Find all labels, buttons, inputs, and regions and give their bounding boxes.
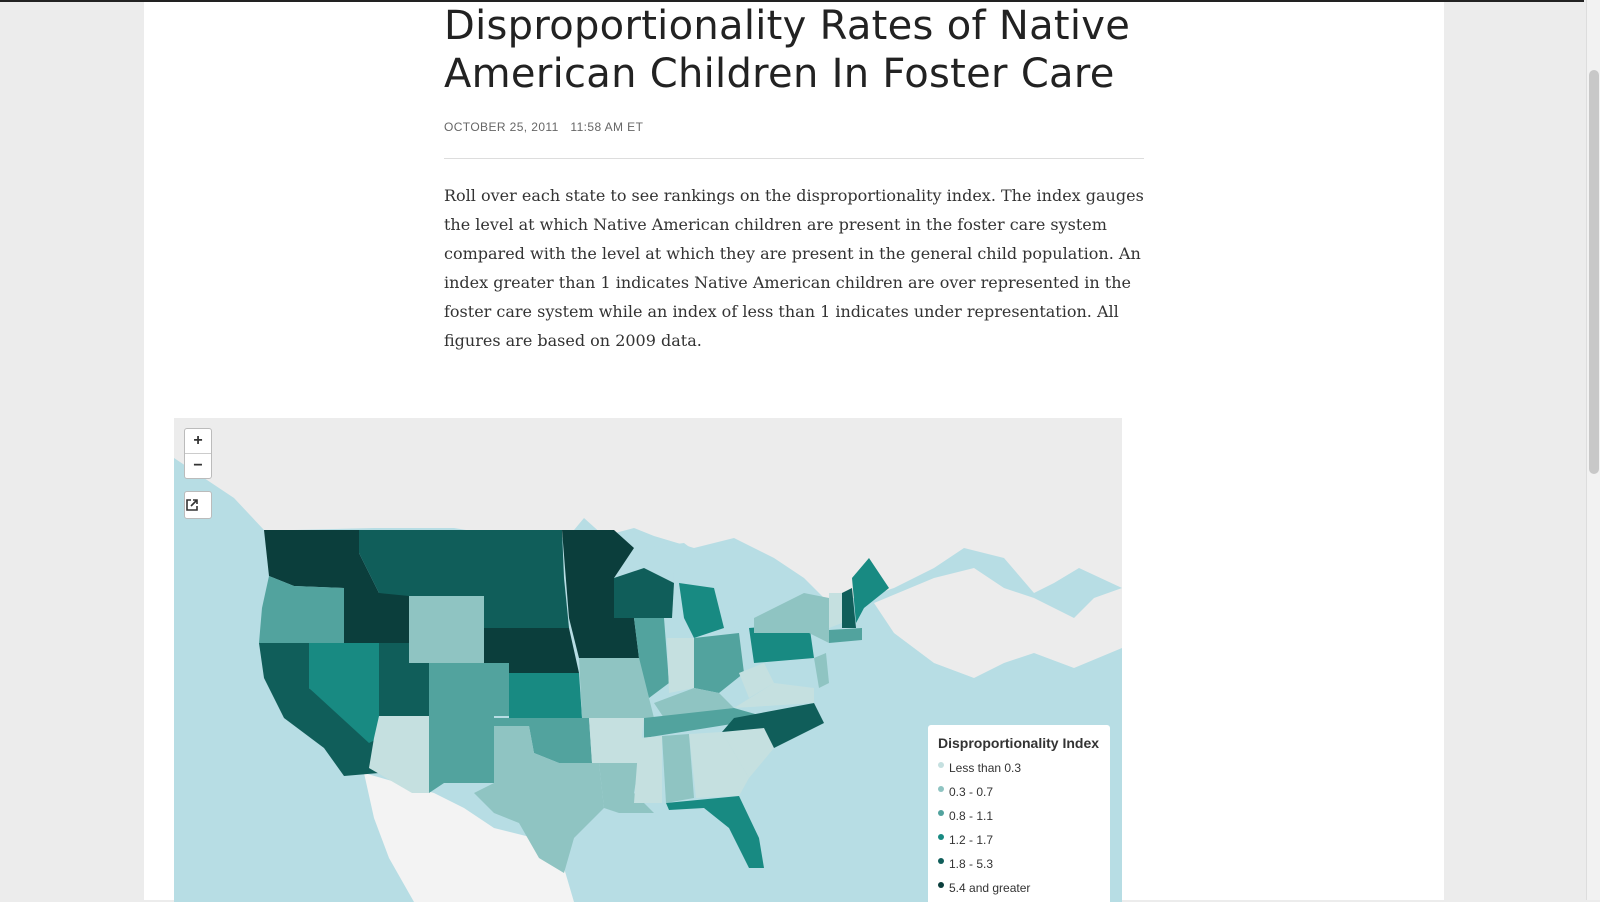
state-massachusetts[interactable] xyxy=(829,628,862,643)
state-iowa[interactable] xyxy=(569,618,639,658)
legend-swatch xyxy=(938,834,944,840)
state-vermont[interactable] xyxy=(829,593,842,628)
us-states[interactable] xyxy=(259,530,889,873)
legend-item: Less than 0.3 xyxy=(938,759,1100,783)
legend-title: Disproportionality Index xyxy=(938,735,1100,751)
zoom-control: + − xyxy=(184,428,212,479)
legend-label: Less than 0.3 xyxy=(949,761,1022,775)
map-legend: Disproportionality Index Less than 0.3 0… xyxy=(928,725,1110,902)
divider xyxy=(444,158,1144,159)
article-body: Roll over each state to see rankings on … xyxy=(444,186,1144,350)
state-north-dakota[interactable] xyxy=(484,530,564,578)
zoom-out-button[interactable]: − xyxy=(185,453,211,478)
state-wyoming[interactable] xyxy=(409,596,484,663)
legend-item: 1.8 - 5.3 xyxy=(938,855,1100,879)
state-arkansas[interactable] xyxy=(589,718,644,763)
legend-label: 0.8 - 1.1 xyxy=(949,809,994,823)
canada-east xyxy=(874,568,1122,678)
legend-label: 1.8 - 5.3 xyxy=(949,857,994,871)
legend-label: 1.2 - 1.7 xyxy=(949,833,994,847)
legend-item: 5.4 and greater xyxy=(938,879,1100,902)
legend-item: 0.8 - 1.1 xyxy=(938,807,1100,831)
legend-swatch xyxy=(938,858,944,864)
state-florida[interactable] xyxy=(666,796,764,868)
external-link-icon xyxy=(186,499,198,511)
scrollbar[interactable] xyxy=(1586,0,1600,900)
dateline: OCTOBER 25, 2011 11:58 AM ET xyxy=(444,120,1144,134)
state-new-mexico[interactable] xyxy=(429,716,494,793)
page-title: Disproportionality Rates of Native Ameri… xyxy=(444,3,1131,97)
publish-time: 11:58 AM ET xyxy=(570,120,644,134)
state-south-dakota[interactable] xyxy=(484,578,569,628)
legend-item: 0.3 - 0.7 xyxy=(938,783,1100,807)
state-wisconsin[interactable] xyxy=(614,568,674,618)
state-indiana[interactable] xyxy=(667,638,694,693)
legend-label: 5.4 and greater xyxy=(949,881,1031,895)
state-new-jersey[interactable] xyxy=(814,653,829,688)
publish-date: OCTOBER 25, 2011 xyxy=(444,120,559,134)
legend-swatch xyxy=(938,810,944,816)
article: Disproportionality Rates of Native Ameri… xyxy=(444,2,1144,371)
zoom-in-button[interactable]: + xyxy=(185,429,211,453)
share-button[interactable] xyxy=(184,491,212,519)
legend-swatch xyxy=(938,882,944,888)
scrollbar-thumb[interactable] xyxy=(1589,70,1599,474)
choropleth-map[interactable]: + − Disproportionality Index Less than 0… xyxy=(174,418,1122,902)
state-montana[interactable] xyxy=(359,530,484,596)
state-colorado[interactable] xyxy=(429,663,509,716)
page: Disproportionality Rates of Native Ameri… xyxy=(144,2,1444,902)
state-ohio[interactable] xyxy=(694,633,744,693)
state-kansas[interactable] xyxy=(509,673,582,718)
legend-swatch xyxy=(938,786,944,792)
legend-item: 1.2 - 1.7 xyxy=(938,831,1100,855)
state-alabama[interactable] xyxy=(662,734,694,803)
legend-label: 0.3 - 0.7 xyxy=(949,785,994,799)
legend-swatch xyxy=(938,762,944,768)
